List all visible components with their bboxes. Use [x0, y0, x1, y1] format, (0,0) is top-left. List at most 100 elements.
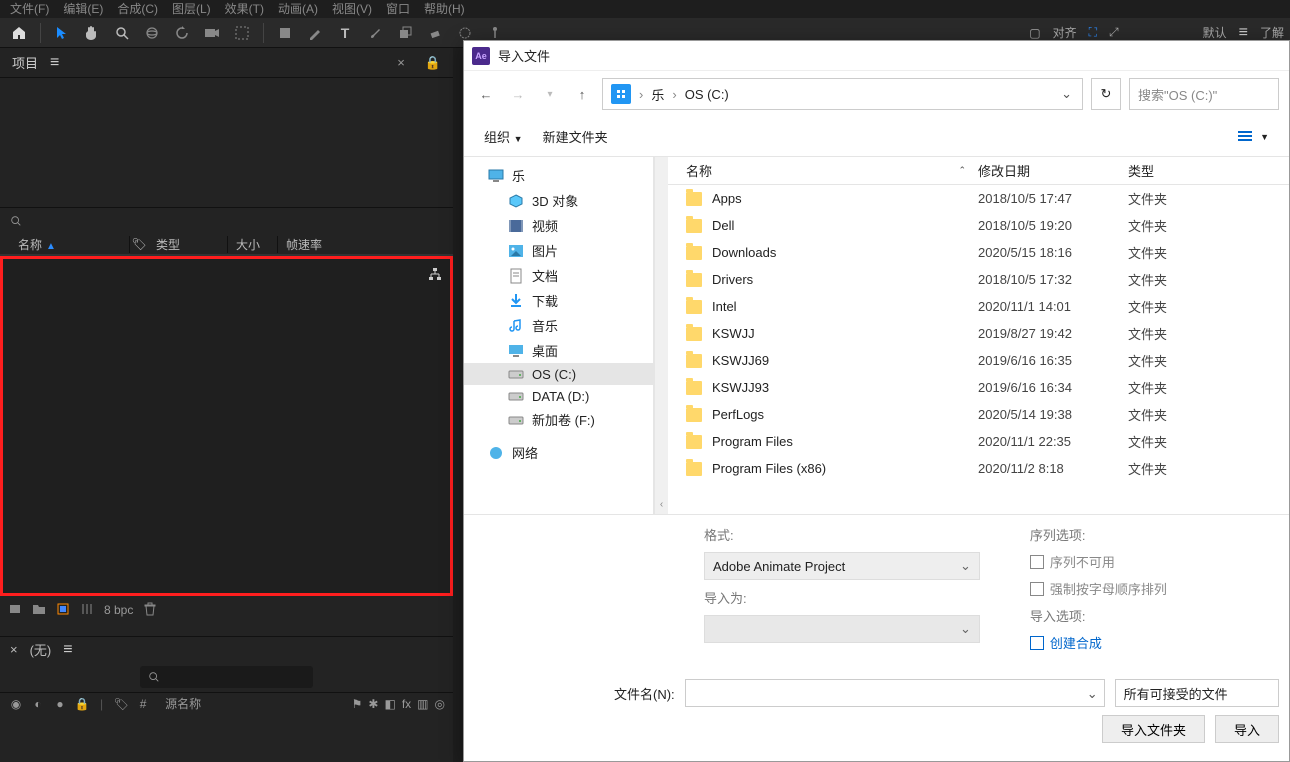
menu-effect[interactable]: 效果(T)	[225, 0, 264, 17]
breadcrumb-root[interactable]: 乐	[647, 85, 668, 104]
workspace-default[interactable]: 默认	[1203, 24, 1227, 41]
panel-menu-icon[interactable]	[50, 54, 59, 72]
new-folder-icon[interactable]	[32, 602, 46, 619]
workspace-learn[interactable]: 了解	[1260, 24, 1284, 41]
tree-item[interactable]: 3D 对象	[464, 188, 653, 213]
breadcrumb-drive[interactable]: OS (C:)	[681, 87, 733, 102]
up-button[interactable]: ↑	[570, 82, 594, 106]
pen-tool-icon[interactable]	[302, 20, 328, 46]
col-fps[interactable]: 帧速率	[278, 236, 338, 253]
menu-view[interactable]: 视图(V)	[332, 0, 372, 17]
tree-item[interactable]: DATA (D:)	[464, 385, 653, 407]
eraser-tool-icon[interactable]	[422, 20, 448, 46]
anchor-tool-icon[interactable]	[229, 20, 255, 46]
col-date[interactable]: 修改日期	[978, 161, 1128, 180]
import-folder-button[interactable]: 导入文件夹	[1102, 715, 1205, 743]
home-icon[interactable]	[6, 20, 32, 46]
tree-item[interactable]: 图片	[464, 238, 653, 263]
bpc-label[interactable]: 8 bpc	[104, 603, 133, 617]
selection-tool-icon[interactable]	[49, 20, 75, 46]
panel-menu-icon[interactable]	[63, 641, 72, 659]
text-tool-icon[interactable]: T	[332, 20, 358, 46]
audio-icon[interactable]: ◐	[30, 697, 46, 711]
menu-layer[interactable]: 图层(L)	[172, 0, 211, 17]
import-as-dropdown[interactable]: ⌄	[704, 615, 980, 643]
menu-help[interactable]: 帮助(H)	[424, 0, 465, 17]
hamburger-icon[interactable]	[1239, 24, 1248, 42]
menu-file[interactable]: 文件(F)	[10, 0, 49, 17]
shy-icon[interactable]: ⚑	[352, 697, 363, 711]
interpret-icon[interactable]	[8, 602, 22, 619]
tree-item[interactable]: 新加卷 (F:)	[464, 407, 653, 432]
zoom-tool-icon[interactable]	[109, 20, 135, 46]
import-button[interactable]: 导入	[1215, 715, 1279, 743]
rotate-tool-icon[interactable]	[169, 20, 195, 46]
file-row[interactable]: Program Files (x86)2020/11/2 8:18文件夹	[668, 455, 1289, 482]
chevron-down-icon[interactable]: ⌄	[1055, 86, 1078, 102]
brush-tool-icon[interactable]	[362, 20, 388, 46]
col-tag-icon[interactable]: 🏷	[130, 237, 148, 251]
search-input[interactable]: 搜索"OS (C:)"	[1129, 78, 1279, 110]
col-type[interactable]: 类型	[148, 236, 228, 253]
flowchart-icon[interactable]	[428, 267, 442, 284]
filename-input[interactable]: ⌄	[685, 679, 1105, 707]
solo-icon[interactable]: ●	[52, 697, 68, 711]
project-search[interactable]	[0, 208, 453, 234]
menu-edit[interactable]: 编辑(E)	[63, 0, 103, 17]
project-bins-area[interactable]	[0, 256, 453, 596]
number-icon[interactable]: #	[135, 697, 151, 711]
tree-item[interactable]: 下载	[464, 288, 653, 313]
tree-item[interactable]: 文档	[464, 263, 653, 288]
back-button[interactable]: ←	[474, 82, 498, 106]
timeline-search-input[interactable]	[140, 666, 313, 688]
scroll-left-handle[interactable]: ‹	[654, 157, 668, 514]
label-icon[interactable]: 🏷	[113, 697, 129, 711]
breadcrumb-bar[interactable]: › 乐 › OS (C:) ⌄	[602, 78, 1083, 110]
format-dropdown[interactable]: Adobe Animate Project⌄	[704, 552, 980, 580]
file-row[interactable]: Program Files2020/11/1 22:35文件夹	[668, 428, 1289, 455]
file-list[interactable]: Apps2018/10/5 17:47文件夹Dell2018/10/5 19:2…	[668, 185, 1289, 514]
file-row[interactable]: Downloads2020/5/15 18:16文件夹	[668, 239, 1289, 266]
trash-icon[interactable]	[143, 602, 157, 619]
settings-icon[interactable]	[80, 602, 94, 619]
file-filter-dropdown[interactable]: 所有可接受的文件	[1115, 679, 1279, 707]
file-row[interactable]: KSWJJ932019/6/16 16:34文件夹	[668, 374, 1289, 401]
source-name-col[interactable]: 源名称	[165, 695, 201, 712]
file-row[interactable]: Drivers2018/10/5 17:32文件夹	[668, 266, 1289, 293]
file-row[interactable]: Apps2018/10/5 17:47文件夹	[668, 185, 1289, 212]
orbit-tool-icon[interactable]	[139, 20, 165, 46]
menu-comp[interactable]: 合成(C)	[117, 0, 158, 17]
col-name[interactable]: 名称⌃	[668, 161, 978, 180]
snap-icon[interactable]: ▢	[1029, 26, 1040, 40]
file-row[interactable]: KSWJJ692019/6/16 16:35文件夹	[668, 347, 1289, 374]
menu-anim[interactable]: 动画(A)	[278, 0, 318, 17]
fit-icon[interactable]: ⛶	[1089, 25, 1097, 40]
tree-item[interactable]: OS (C:)	[464, 363, 653, 385]
col-type[interactable]: 类型	[1128, 161, 1228, 180]
col-size[interactable]: 大小	[228, 236, 278, 253]
organize-button[interactable]: 组织 ▼	[484, 127, 523, 146]
lock-icon[interactable]: 🔒	[74, 697, 90, 711]
fx-icon[interactable]: ✱	[368, 697, 378, 711]
eye-icon[interactable]: ◉	[8, 697, 24, 711]
recent-dropdown[interactable]: ▾	[538, 82, 562, 106]
create-comp-checkbox[interactable]: 创建合成	[1030, 633, 1269, 652]
expand-icon[interactable]: ⤢	[1109, 25, 1119, 40]
view-mode-button[interactable]: ▼	[1238, 130, 1269, 144]
new-comp-icon[interactable]	[56, 602, 70, 619]
tree-item[interactable]: 视频	[464, 213, 653, 238]
motion-blur-icon[interactable]: fx	[402, 697, 411, 711]
file-row[interactable]: KSWJJ2019/8/27 19:42文件夹	[668, 320, 1289, 347]
tree-item[interactable]: 音乐	[464, 313, 653, 338]
lock-icon[interactable]: 🔒	[425, 55, 441, 71]
col-name[interactable]: 名称▲	[10, 236, 130, 253]
close-icon[interactable]: ×	[10, 642, 18, 657]
refresh-button[interactable]: ↻	[1091, 78, 1121, 110]
file-row[interactable]: Dell2018/10/5 19:20文件夹	[668, 212, 1289, 239]
close-icon[interactable]: ×	[397, 55, 405, 70]
3d-icon[interactable]: ◎	[435, 697, 445, 711]
new-folder-button[interactable]: 新建文件夹	[543, 127, 608, 146]
align-label[interactable]: 对齐	[1053, 24, 1077, 41]
menu-window[interactable]: 窗口	[386, 0, 410, 17]
camera-tool-icon[interactable]	[199, 20, 225, 46]
